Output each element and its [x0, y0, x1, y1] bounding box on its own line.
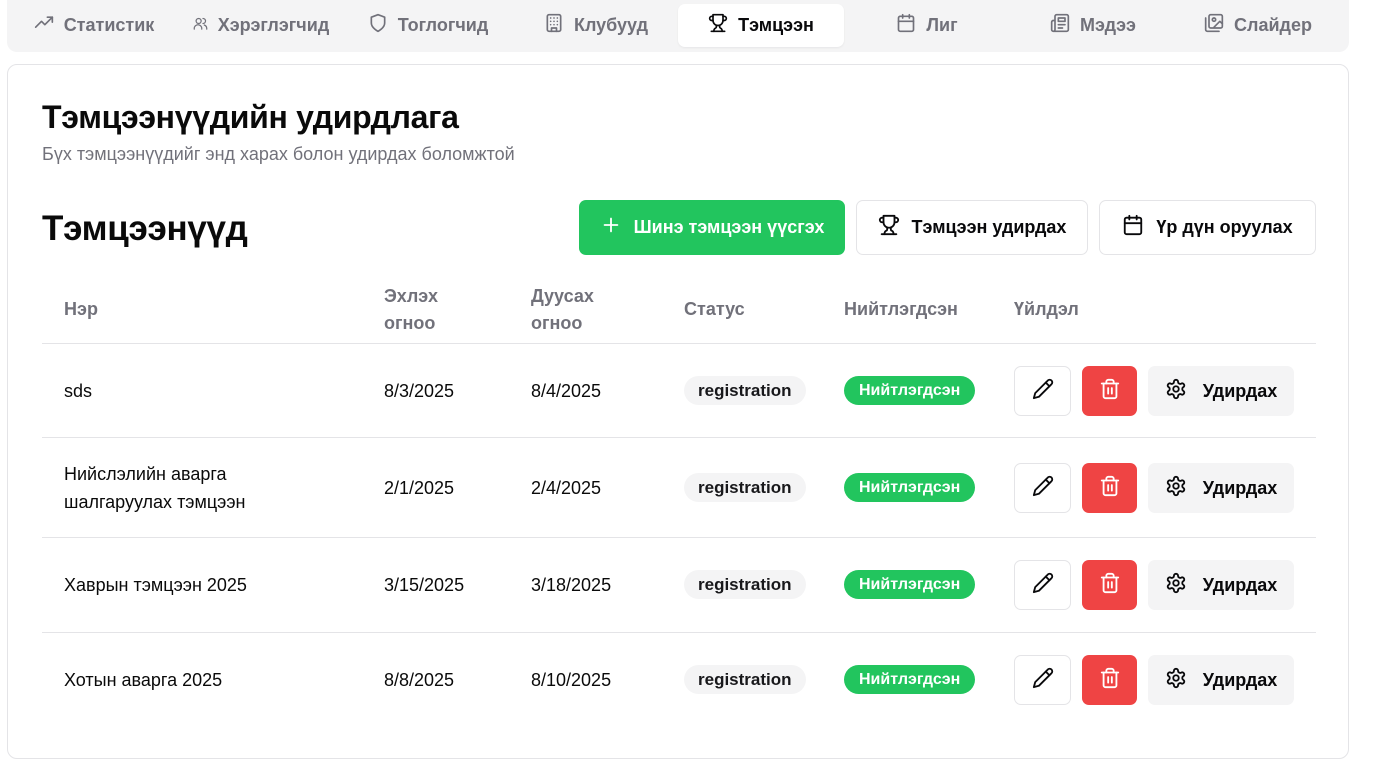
tab-slider[interactable]: Слайдер: [1197, 4, 1319, 47]
create-tournament-button[interactable]: Шинэ тэмцээн үүсгэх: [579, 200, 845, 255]
pencil-icon: [1032, 667, 1054, 694]
tab-tournaments[interactable]: Тэмцээн: [678, 4, 844, 47]
delete-button[interactable]: [1082, 655, 1137, 705]
status-badge: registration: [684, 665, 806, 694]
plus-icon: [600, 214, 622, 241]
tab-label: Слайдер: [1234, 15, 1312, 35]
shield-icon: [368, 13, 388, 38]
start-date: 8/8/2025: [384, 670, 455, 690]
tab-league[interactable]: Лиг: [887, 4, 967, 47]
edit-button[interactable]: [1014, 366, 1071, 416]
edit-button[interactable]: [1014, 560, 1071, 610]
images-icon: [1204, 13, 1224, 38]
edit-button[interactable]: [1014, 463, 1071, 513]
tab-label: Лиг: [926, 15, 958, 35]
column-header-name: Нэр: [64, 299, 98, 319]
admin-tab-bar: Статистик Хэрэглэгчид Тоглогчид Клубууд …: [7, 0, 1349, 52]
button-label: Шинэ тэмцээн үүсгэх: [633, 217, 825, 237]
trash-icon: [1099, 378, 1121, 405]
button-label: Тэмцээн удирдах: [911, 217, 1067, 237]
tab-news[interactable]: Мэдээ: [1043, 4, 1143, 47]
manage-label: Удирдах: [1202, 477, 1278, 498]
delete-button[interactable]: [1082, 366, 1137, 416]
status-badge: registration: [684, 376, 806, 405]
end-date: 8/10/2025: [531, 670, 612, 690]
newspaper-icon: [1050, 13, 1070, 38]
gear-icon: [1165, 378, 1187, 405]
column-header-start-date: Эхлэх огноо: [384, 286, 438, 333]
start-date: 2/1/2025: [384, 478, 455, 498]
trending-up-icon: [34, 13, 54, 38]
tab-label: Хэрэглэгчид: [217, 15, 330, 35]
published-badge: Нийтлэгдсэн: [844, 665, 976, 694]
gear-icon: [1165, 475, 1187, 502]
tab-label: Тоглогчид: [397, 15, 489, 35]
table-row: Хотын аварга 2025 8/8/2025 8/10/2025 reg…: [42, 632, 1316, 727]
calendar-icon: [896, 13, 916, 38]
gear-icon: [1165, 572, 1187, 599]
tournament-name: Нийслэлийн аварга шалгаруулах тэмцээн: [64, 464, 246, 512]
column-header-status: Статус: [684, 299, 745, 319]
section-title: Тэмцээнүүд: [42, 209, 248, 248]
calendar-icon: [1122, 214, 1144, 241]
tab-clubs[interactable]: Клубууд: [533, 4, 659, 47]
manage-label: Удирдах: [1202, 669, 1278, 690]
tournaments-card: Тэмцээнүүдийн удирдлага Бүх тэмцээнүүдий…: [7, 64, 1349, 759]
published-badge: Нийтлэгдсэн: [844, 570, 976, 599]
column-header-actions: Үйлдэл: [1014, 299, 1079, 319]
column-header-end-date: Дуусах огноо: [531, 286, 594, 333]
end-date: 8/4/2025: [531, 381, 602, 401]
manage-button[interactable]: Удирдах: [1148, 366, 1294, 416]
pencil-icon: [1032, 475, 1054, 502]
published-badge: Нийтлэгдсэн: [844, 376, 976, 405]
end-date: 2/4/2025: [531, 478, 602, 498]
trash-icon: [1099, 572, 1121, 599]
building-icon: [544, 13, 564, 38]
enter-results-button[interactable]: Үр дүн оруулах: [1099, 200, 1316, 255]
trash-icon: [1099, 475, 1121, 502]
users-icon: [193, 15, 208, 36]
status-badge: registration: [684, 473, 806, 502]
gear-icon: [1165, 667, 1187, 694]
manage-label: Удирдах: [1202, 380, 1278, 401]
tournament-name: sds: [64, 381, 93, 401]
status-badge: registration: [684, 570, 806, 599]
manage-button[interactable]: Удирдах: [1148, 560, 1294, 610]
trophy-icon: [878, 214, 900, 241]
tab-statistics[interactable]: Статистик: [29, 4, 159, 47]
page-title: Тэмцээнүүдийн удирдлага: [42, 99, 459, 135]
manage-button[interactable]: Удирдах: [1148, 655, 1294, 705]
published-badge: Нийтлэгдсэн: [844, 473, 976, 502]
table-row: Нийслэлийн аварга шалгаруулах тэмцээн 2/…: [42, 437, 1316, 537]
table-row: sds 8/3/2025 8/4/2025 registration Нийтл…: [42, 343, 1316, 437]
start-date: 8/3/2025: [384, 381, 455, 401]
manage-label: Удирдах: [1202, 574, 1278, 595]
tab-players[interactable]: Тоглогчид: [359, 4, 497, 47]
column-header-published: Нийтлэгдсэн: [844, 299, 958, 319]
delete-button[interactable]: [1082, 560, 1137, 610]
delete-button[interactable]: [1082, 463, 1137, 513]
page-subtitle: Бүх тэмцээнүүдийг энд харах болон удирда…: [42, 144, 515, 164]
trophy-icon: [708, 13, 728, 38]
tab-label: Статистик: [63, 15, 155, 35]
pencil-icon: [1032, 378, 1054, 405]
tournament-name: Хаврын тэмцээн 2025: [64, 575, 247, 595]
end-date: 3/18/2025: [531, 575, 612, 595]
tab-label: Тэмцээн: [738, 15, 814, 35]
manage-tournament-button[interactable]: Тэмцээн удирдах: [856, 200, 1088, 255]
table-row: Хаврын тэмцээн 2025 3/15/2025 3/18/2025 …: [42, 537, 1316, 632]
manage-button[interactable]: Удирдах: [1148, 463, 1294, 513]
tournament-name: Хотын аварга 2025: [64, 670, 223, 690]
tab-users[interactable]: Хэрэглэгчид: [187, 4, 335, 47]
tab-label: Мэдээ: [1079, 15, 1136, 35]
button-label: Үр дүн оруулах: [1156, 217, 1293, 237]
pencil-icon: [1032, 572, 1054, 599]
trash-icon: [1099, 667, 1121, 694]
edit-button[interactable]: [1014, 655, 1071, 705]
start-date: 3/15/2025: [384, 575, 465, 595]
tab-label: Клубууд: [573, 15, 649, 35]
